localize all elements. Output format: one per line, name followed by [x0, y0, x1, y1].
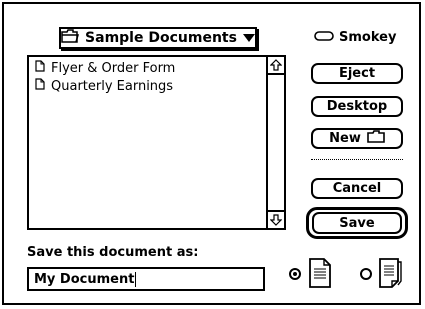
save-button[interactable]: Save [312, 212, 402, 234]
chevron-down-icon [242, 30, 255, 46]
default-button-ring: Save [306, 207, 408, 239]
text-document-icon[interactable] [308, 257, 332, 293]
save-as-label: Save this document as: [27, 245, 199, 260]
filename-field[interactable]: My Document [27, 267, 265, 291]
file-name: Quarterly Earnings [51, 78, 174, 94]
filename-value: My Document [34, 271, 135, 287]
format-radio-text[interactable] [289, 268, 301, 280]
text-caret [135, 271, 137, 287]
disk-indicator: Smokey [314, 30, 396, 45]
new-folder-button[interactable]: New [311, 128, 403, 149]
button-separator [311, 159, 403, 160]
format-radio-stationery[interactable] [360, 268, 372, 280]
eject-button-label: Eject [338, 66, 376, 81]
folder-popup-menu[interactable]: Sample Documents [59, 27, 257, 49]
scrollbar[interactable] [266, 57, 284, 228]
folder-popup-label: Sample Documents [85, 30, 237, 46]
scroll-down-arrow-icon[interactable] [268, 210, 284, 228]
desktop-button[interactable]: Desktop [311, 96, 403, 117]
list-item[interactable]: Flyer & Order Form [29, 59, 264, 77]
cancel-button-label: Cancel [332, 181, 382, 196]
new-folder-button-label: New [329, 131, 361, 146]
scroll-up-arrow-icon[interactable] [268, 57, 284, 75]
disk-name: Smokey [339, 30, 397, 45]
document-icon [35, 60, 45, 76]
folder-icon [367, 130, 385, 147]
stationery-document-icon[interactable] [378, 257, 404, 293]
document-icon [35, 78, 45, 94]
desktop-button-label: Desktop [326, 99, 388, 114]
eject-button[interactable]: Eject [311, 63, 403, 84]
list-item[interactable]: Quarterly Earnings [29, 77, 264, 95]
save-dialog: Sample Documents Smokey Flyer & Order Fo… [2, 2, 421, 305]
open-folder-icon [61, 29, 80, 47]
save-button-label: Save [339, 215, 375, 231]
file-name: Flyer & Order Form [51, 60, 176, 76]
cancel-button[interactable]: Cancel [311, 178, 403, 199]
file-list[interactable]: Flyer & Order Form Quarterly Earnings [27, 55, 286, 230]
disk-drive-icon [314, 30, 334, 45]
